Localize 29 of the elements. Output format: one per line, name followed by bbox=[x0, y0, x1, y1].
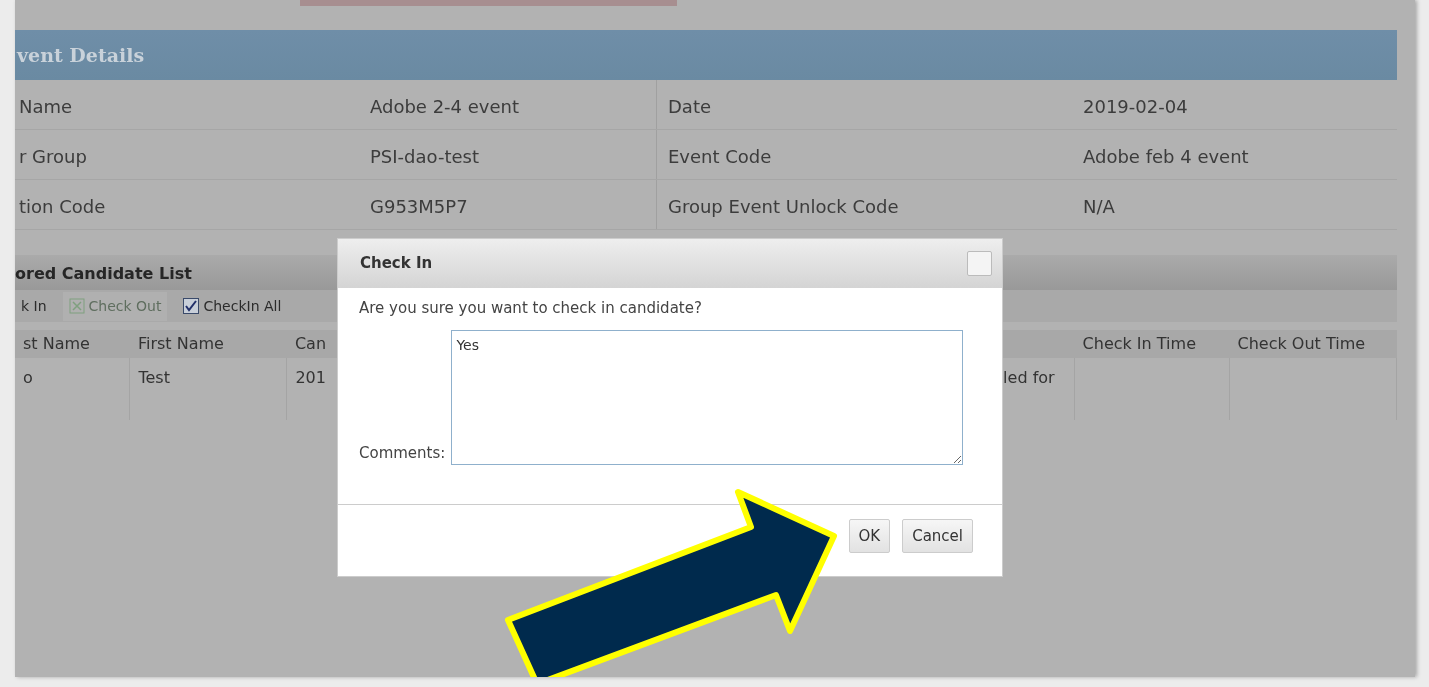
dialog-title: Check In bbox=[360, 253, 433, 275]
column-header: Check In Time bbox=[1074, 330, 1230, 358]
column-header: st Name bbox=[15, 330, 130, 358]
dialog-button[interactable]: Cancel bbox=[902, 518, 973, 553]
dialog-message: Are you sure you want to check in candidate? bbox=[358, 298, 703, 319]
field-value: N/A bbox=[1083, 195, 1116, 219]
field-value: Adobe 2-4 event bbox=[370, 80, 657, 129]
toolbar-button[interactable]: k In bbox=[15, 291, 53, 321]
table-cell: o bbox=[15, 358, 130, 420]
field-label: r Group bbox=[18, 145, 88, 169]
field-label: Date bbox=[667, 95, 713, 119]
field-label: Group Event Unlock Code bbox=[667, 195, 900, 219]
field-value: G953M5P7 bbox=[370, 180, 657, 229]
field-label: Name bbox=[18, 95, 74, 119]
comments-field[interactable]: Yes bbox=[451, 329, 964, 465]
field-value: PSI-dao-test bbox=[370, 130, 657, 179]
dialog-button[interactable]: OK bbox=[848, 518, 891, 553]
checkbox-label: CheckIn All bbox=[203, 296, 282, 316]
section-header: vent Details bbox=[15, 30, 1397, 80]
field-value: Adobe feb 4 event bbox=[1083, 145, 1250, 169]
table-cell: Test bbox=[129, 358, 287, 420]
field-label: tion Code bbox=[18, 195, 107, 219]
field-label: Event Code bbox=[667, 145, 773, 169]
checkbox[interactable] bbox=[183, 298, 200, 314]
field-value: 2019-02-04 bbox=[1083, 95, 1189, 119]
column-header: Check Out Time bbox=[1229, 330, 1397, 358]
column-header: First Name bbox=[129, 330, 287, 358]
x-icon bbox=[68, 298, 85, 314]
comments-label: Comments: bbox=[359, 443, 446, 464]
